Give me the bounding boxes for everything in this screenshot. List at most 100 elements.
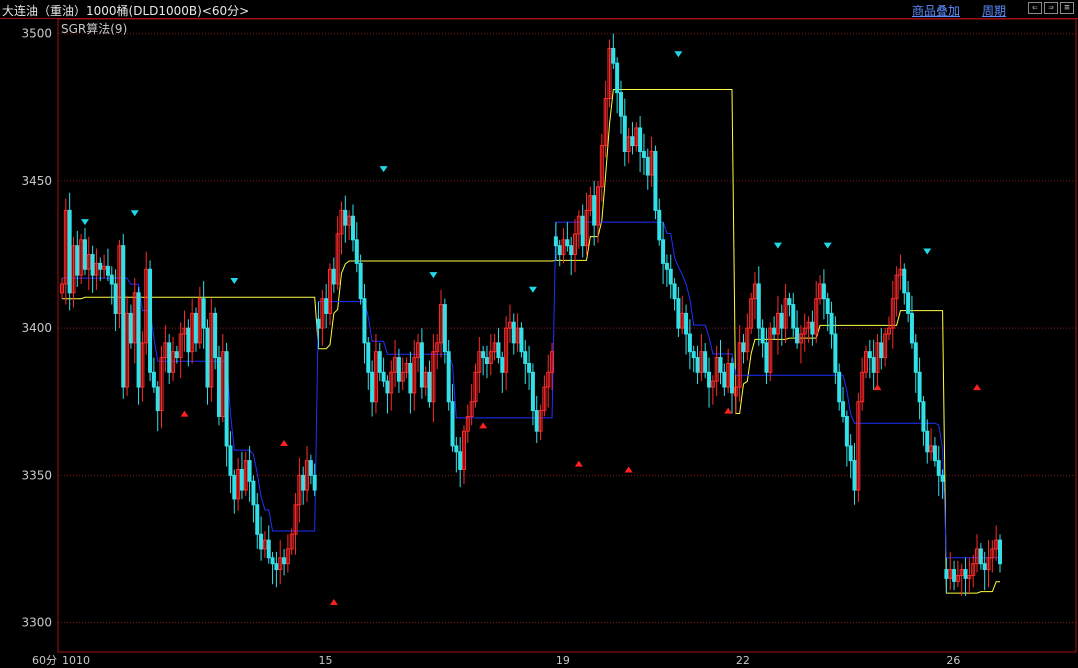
candle-body [270,557,275,565]
candle-body [396,357,401,382]
buy-signal-icon [973,384,982,391]
indicator-name: SGR算法(9) [61,21,127,36]
x-tick-label: 19 [556,654,570,667]
candle-body [324,298,329,314]
candle-body [641,150,646,158]
y-tick-label: 3300 [21,616,52,630]
candle-body [795,327,800,344]
candle-body [978,548,983,565]
y-tick-label: 3450 [21,174,52,188]
candle-body [791,304,796,329]
candle-body [630,136,635,147]
candle-body [779,312,784,329]
candle-body [228,445,233,476]
candle-body [676,298,681,329]
candle-body [841,401,846,417]
candle-body [109,274,114,285]
candle-body [484,357,489,364]
candle-body [201,298,206,329]
candle-body [661,239,666,264]
candle-body [756,283,761,329]
candle-body [952,569,957,582]
candle-body [703,351,708,373]
sell-signal-icon [773,242,782,249]
candle-body [419,342,424,388]
y-tick-label: 3500 [21,27,52,41]
candle-body [921,401,926,432]
candle-body [255,504,260,535]
candle-body [653,150,658,211]
candle-body [657,209,662,241]
candle-body [772,327,777,335]
x-tick-label: 1010 [62,654,90,667]
candle-body [672,283,677,300]
candle-body [370,371,375,403]
candle-body [442,304,447,353]
candle-body [82,239,87,270]
candle-body [98,262,103,270]
candle-body [691,351,696,359]
candle-body [569,245,574,256]
candle-body [454,445,459,453]
candle-body [534,410,539,432]
candle-body [167,342,172,373]
candle-body [239,468,244,491]
candle-body [618,92,623,117]
candle-body [664,262,669,270]
candle-body [940,474,945,482]
candlestick-chart[interactable]: 3500 3450 3400 3350 3300 1010 15 19 22 26 60分 SGR算… [0,0,1078,668]
buy-signal-icon [574,460,583,467]
candle-body [75,245,80,276]
candle-body [358,262,363,300]
candle-body [105,265,110,276]
candle-body [446,351,451,403]
candle-body [833,333,838,373]
candle-body [902,268,907,294]
candle-body [282,557,287,565]
candle-body [718,357,723,373]
buy-signal-icon [624,466,633,473]
sell-signal-icon [674,51,683,58]
candle-body [668,268,673,285]
candle-body [408,362,413,394]
candle-body [527,362,532,373]
plot-frame [57,18,1077,653]
candle-body [787,298,792,306]
candle-body [308,460,313,476]
sell-signal-icon [923,248,932,255]
candle-body [377,351,382,373]
candle-body [852,460,857,491]
candle-body [523,351,528,364]
candle-body [331,268,336,285]
candle-body [121,245,126,388]
candle-body [760,327,765,344]
candle-body [879,342,884,359]
candle-body [565,239,570,247]
x-tick-label: 15 [319,654,333,667]
candle-body [350,215,355,241]
candle-body [687,333,692,353]
sell-signal-icon [230,277,239,284]
candle-body [695,357,700,373]
candle-body [998,539,1002,565]
candle-body [301,474,306,491]
candle-body [925,430,930,453]
candle-body [848,445,853,462]
sell-signal-icon [429,272,438,279]
candle-body [511,321,516,344]
candle-body [155,386,160,412]
y-tick-label: 3400 [21,321,52,335]
candle-body [458,451,463,470]
candle-body [580,215,585,247]
candle-body [251,480,256,506]
candle-body [530,371,535,412]
x-tick-label: 22 [736,654,750,667]
candle-body [557,245,562,256]
candle-body [362,298,367,344]
buy-signal-icon [180,410,189,417]
candle-body [427,371,432,403]
candle-body [764,342,769,373]
candle-body [312,474,317,491]
buy-signal-icon [479,422,488,429]
sell-signal-icon [130,210,139,217]
